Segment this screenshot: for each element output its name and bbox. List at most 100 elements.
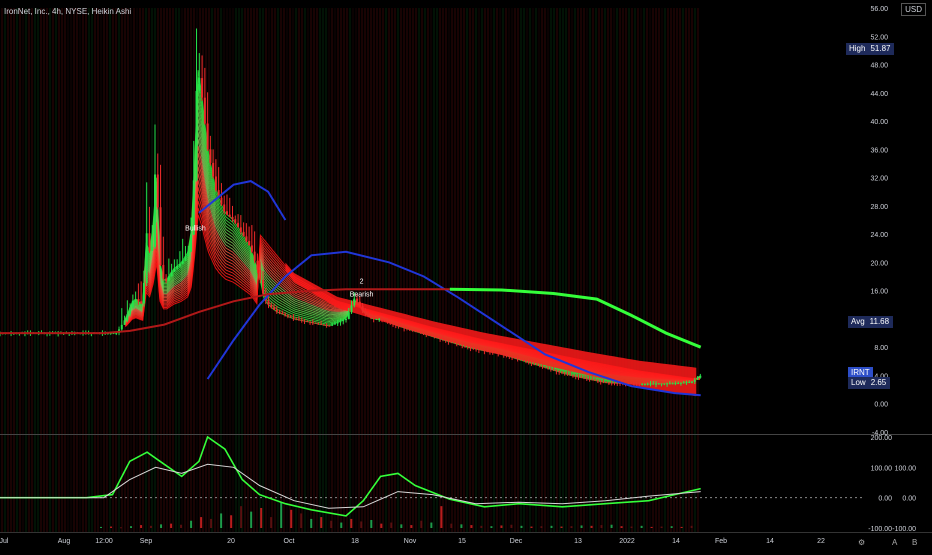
time-axis-tick: 13 <box>574 538 582 545</box>
price-axis-tick: 36.00 <box>870 147 888 154</box>
candle-body <box>162 264 165 279</box>
candle-body <box>239 227 242 232</box>
candle-body <box>392 322 395 325</box>
scale-a-button[interactable]: A <box>892 538 897 547</box>
volume-bar <box>170 523 173 528</box>
candle-body <box>353 298 356 306</box>
avg-tag-label: Avg <box>848 316 868 328</box>
candle-body <box>375 318 378 320</box>
volume-bar <box>280 502 283 528</box>
candle-body <box>131 300 134 308</box>
volume-bar <box>450 523 453 528</box>
candle-body <box>123 320 126 325</box>
candle-body <box>458 344 461 346</box>
volume-bar <box>300 513 303 528</box>
candle-body <box>488 351 491 353</box>
volume-bar <box>430 522 433 528</box>
gear-icon[interactable]: ⚙ <box>858 538 865 547</box>
oscillator-right-label: -100.00 <box>892 526 916 533</box>
candle-body <box>580 377 583 379</box>
currency-label[interactable]: USD <box>901 3 926 16</box>
oscillator-axis-tick: 100.00 <box>871 465 893 472</box>
high-tag-value: 51.87 <box>868 43 895 55</box>
candle-body <box>494 352 497 354</box>
price-axis-tick: 28.00 <box>870 204 888 211</box>
candle-body <box>115 333 118 335</box>
candle-body <box>508 355 511 357</box>
candle-body <box>594 379 597 381</box>
avg-tag: Avg 11.68 <box>848 316 894 328</box>
candle-body <box>270 305 273 308</box>
time-axis-tick: Jul <box>0 538 9 545</box>
volume-bar <box>520 525 523 528</box>
candle-body <box>303 320 306 322</box>
candle-body <box>613 382 616 384</box>
candle-body <box>505 354 508 356</box>
candle-body <box>140 301 143 304</box>
oscillator-axis-tick: -100.00 <box>868 526 892 533</box>
candle-body <box>430 335 433 337</box>
volume-bar <box>210 518 213 528</box>
volume-bar <box>630 526 633 528</box>
candle-body <box>436 337 439 339</box>
candle-body <box>397 325 400 327</box>
volume-bar <box>570 526 573 528</box>
volume-bar <box>310 518 313 528</box>
price-axis-tick: 24.00 <box>870 232 888 239</box>
candle-body <box>433 336 436 338</box>
price-axis-tick: 44.00 <box>870 91 888 98</box>
candle-body <box>607 382 610 384</box>
time-axis-tick: 14 <box>766 538 774 545</box>
price-axis-tick: 52.00 <box>870 34 888 41</box>
volume-bar <box>190 520 193 528</box>
oscillator-axis-tick: 0.00 <box>878 496 892 503</box>
candle-body <box>292 317 295 319</box>
candle-body <box>278 311 281 313</box>
candle-body <box>566 373 569 375</box>
candle-body <box>571 375 574 377</box>
candle-body <box>223 204 226 212</box>
candle-body <box>524 360 527 362</box>
volume-bar <box>640 525 643 528</box>
scale-b-button[interactable]: B <box>912 538 917 547</box>
candle-body <box>156 174 159 208</box>
candle-body <box>212 162 215 177</box>
candle-body <box>674 383 677 385</box>
candle-body <box>679 382 682 384</box>
candle-body <box>386 320 389 322</box>
candle-body <box>422 332 425 334</box>
candle-body <box>347 312 350 319</box>
volume-bar <box>150 525 153 528</box>
price-axis-tick: 48.00 <box>870 63 888 70</box>
chart-svg[interactable]: Bullish 2 Bearish 56.00 52.00 48.00 44.00 40.0… <box>0 0 932 550</box>
candle-body <box>145 233 148 284</box>
candle-body <box>281 312 284 315</box>
candle-body <box>693 379 696 382</box>
candle-body <box>657 383 660 385</box>
volume-bar <box>130 526 133 528</box>
candle-body <box>322 324 325 326</box>
candle-body <box>333 323 336 325</box>
candle-body <box>577 376 580 378</box>
candle-body <box>574 375 577 377</box>
avg-tag-value: 11.68 <box>867 316 894 328</box>
volume-bar <box>660 526 663 528</box>
volume-bar <box>650 526 653 528</box>
candle-body <box>563 372 566 374</box>
chart-stage[interactable]: Bullish 2 Bearish 56.00 52.00 48.00 44.00 40.0… <box>0 0 932 550</box>
candle-body <box>248 240 251 246</box>
candle-body <box>195 90 198 181</box>
candle-body <box>275 309 278 312</box>
candle-body <box>137 299 140 302</box>
candle-body <box>167 276 170 281</box>
candle-body <box>602 381 605 383</box>
volume-bar <box>410 525 413 528</box>
volume-bar <box>400 524 403 528</box>
time-axis-tick: 22 <box>817 538 825 545</box>
candle-body <box>643 383 646 385</box>
candle-body <box>466 346 469 348</box>
bullish-annotation: Bullish <box>185 226 206 233</box>
candle-body <box>364 310 367 314</box>
candle-body <box>519 359 522 361</box>
candle-body <box>511 356 514 358</box>
